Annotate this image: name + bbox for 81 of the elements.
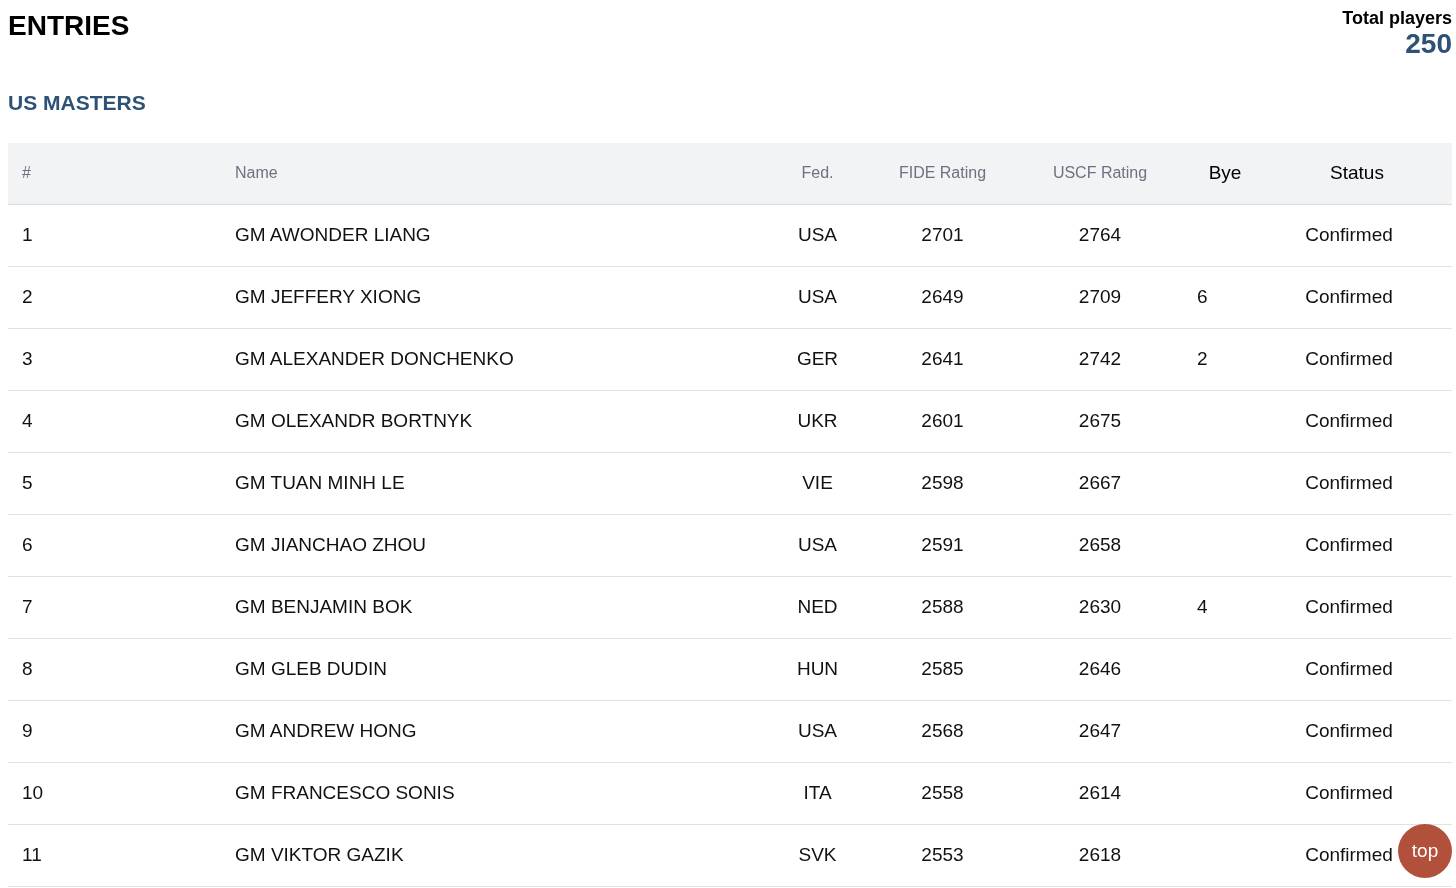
table-cell: 2649 xyxy=(921,285,964,307)
column-header: Name xyxy=(235,164,278,182)
table-cell: Confirmed xyxy=(1305,471,1393,493)
table-cell: GM FRANCESCO SONIS xyxy=(235,781,455,803)
table-cell: GM JEFFERY XIONG xyxy=(235,285,422,307)
table-cell: 2667 xyxy=(1078,471,1122,493)
table-cell: 4 xyxy=(1197,595,1208,617)
table-cell: USA xyxy=(797,223,838,245)
table-cell: 2601 xyxy=(921,409,964,431)
table-cell: 2646 xyxy=(1078,657,1122,679)
table-cell: Confirmed xyxy=(1305,347,1393,369)
table-cell: GM VIKTOR GAZIK xyxy=(235,843,404,865)
table-cell: Confirmed xyxy=(1305,223,1393,245)
column-header: Bye xyxy=(1208,162,1242,183)
table-cell: 2585 xyxy=(921,657,964,679)
table-cell: 2764 xyxy=(1078,223,1122,245)
table-cell: UKR xyxy=(797,409,838,431)
back-to-top-button[interactable]: top xyxy=(1398,824,1452,878)
table-cell: 2614 xyxy=(1078,781,1122,803)
table-cell: Confirmed xyxy=(1305,657,1393,679)
table-cell: Confirmed xyxy=(1305,719,1393,741)
table-cell: GER xyxy=(796,347,839,369)
table-cell: 10 xyxy=(22,781,44,803)
table-cell: 5 xyxy=(22,471,33,493)
table-cell: GM AWONDER LIANG xyxy=(235,223,431,245)
table-cell: 2675 xyxy=(1078,409,1122,431)
table-cell: 2568 xyxy=(921,719,964,741)
table-cell: USA xyxy=(797,285,838,307)
table-cell: USA xyxy=(797,533,838,555)
table-cell: 11 xyxy=(22,843,42,865)
table-cell: HUN xyxy=(796,657,839,679)
table-cell: Confirmed xyxy=(1305,843,1393,865)
column-header: # xyxy=(22,164,31,182)
table-cell: 6 xyxy=(22,533,33,555)
total-value: 250 xyxy=(1405,28,1452,60)
table-cell: GM ALEXANDER DONCHENKO xyxy=(235,347,514,369)
table-cell: 2618 xyxy=(1078,843,1122,865)
table-cell: GM GLEB DUDIN xyxy=(235,657,388,679)
table-cell: 8 xyxy=(22,657,33,679)
table-cell: 2630 xyxy=(1078,595,1122,617)
table-cell: 2 xyxy=(22,285,33,307)
table-cell: 7 xyxy=(22,595,33,617)
table-cell: ITA xyxy=(803,781,832,803)
table-cell: GM BENJAMIN BOK xyxy=(235,595,413,617)
table-cell: 2591 xyxy=(921,533,964,555)
page-title: ENTRIES xyxy=(8,9,131,43)
table-cell: 2742 xyxy=(1078,347,1122,369)
table-cell: 4 xyxy=(22,409,33,431)
table-cell: 6 xyxy=(1197,285,1208,307)
table-cell: 2641 xyxy=(921,347,964,369)
table-cell: Confirmed xyxy=(1305,781,1393,803)
table-cell: 2553 xyxy=(921,843,964,865)
total-label: Total players xyxy=(1342,8,1452,28)
table-cell: GM TUAN MINH LE xyxy=(235,471,405,493)
table-cell: GM ANDREW HONG xyxy=(235,719,417,741)
table-cell: 2 xyxy=(1197,347,1208,369)
table-cell: 2588 xyxy=(921,595,964,617)
table-cell: USA xyxy=(797,719,838,741)
table-cell: 3 xyxy=(22,347,33,369)
table-cell: VIE xyxy=(802,471,833,493)
table-cell: Confirmed xyxy=(1305,409,1393,431)
table-cell: SVK xyxy=(798,843,837,865)
table-cell: 2709 xyxy=(1078,285,1122,307)
table-cell: 9 xyxy=(22,719,33,741)
table-cell: 1 xyxy=(22,223,33,245)
table-cell: 2658 xyxy=(1078,533,1122,555)
table-cell: Confirmed xyxy=(1305,595,1393,617)
table-cell: Confirmed xyxy=(1305,285,1393,307)
table-cell: 2647 xyxy=(1078,719,1122,741)
section-title: US MASTERS xyxy=(8,90,146,116)
column-header: USCF Rating xyxy=(1052,164,1148,182)
table-cell: GM JIANCHAO ZHOU xyxy=(235,533,427,555)
table-cell: 2701 xyxy=(921,223,964,245)
table-cell: GM OLEXANDR BORTNYK xyxy=(235,409,473,431)
table-cell: NED xyxy=(797,595,838,617)
column-header: Fed. xyxy=(801,164,834,182)
table-cell: Confirmed xyxy=(1305,533,1393,555)
column-header: Status xyxy=(1330,162,1384,183)
table-cell: 2558 xyxy=(921,781,964,803)
table-cell: 2598 xyxy=(921,471,964,493)
column-header: FIDE Rating xyxy=(898,164,987,182)
